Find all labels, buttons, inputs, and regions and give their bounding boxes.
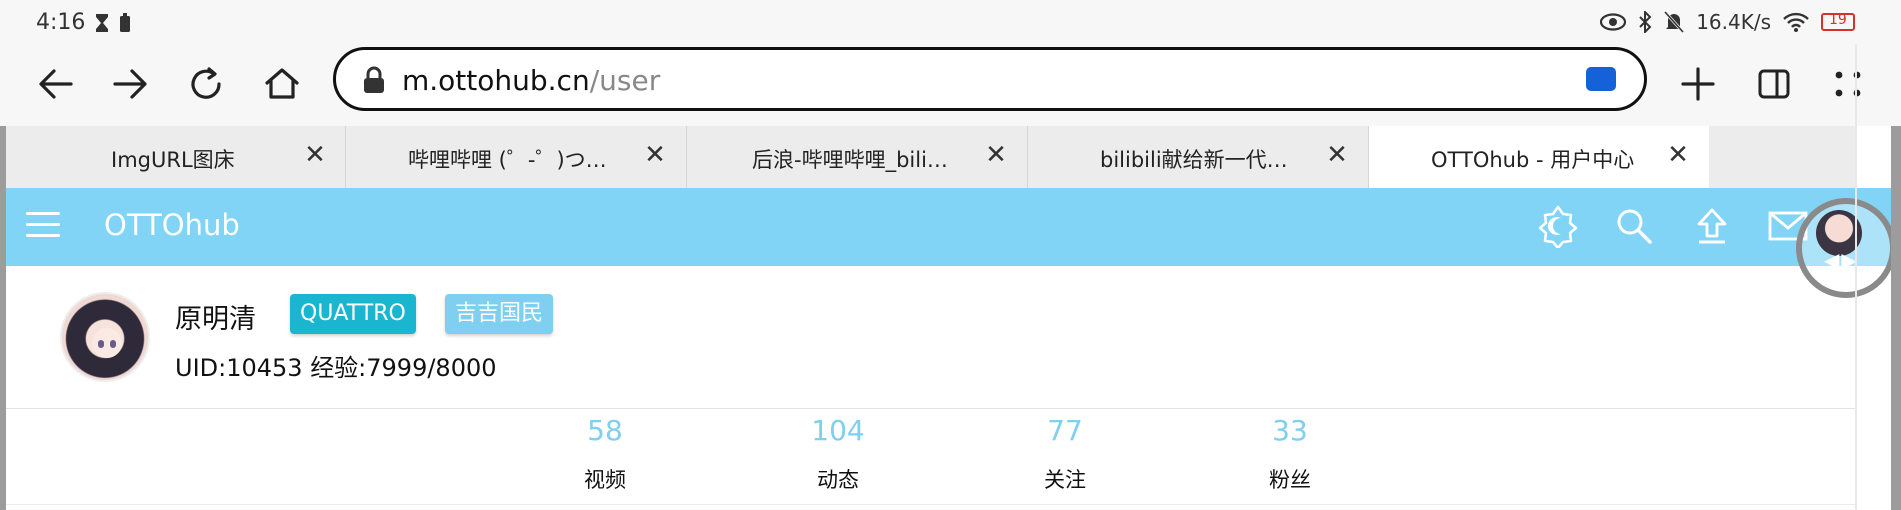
window-edge-right bbox=[1891, 126, 1901, 510]
browser-window: 4:16 16.4K/s 19 m.ottohub.cn/user ImgURL… bbox=[0, 0, 1901, 510]
forward-button[interactable] bbox=[102, 56, 158, 112]
address-bar[interactable]: m.ottohub.cn/user bbox=[333, 47, 1647, 111]
tab-title: ImgURL图床 bbox=[111, 148, 235, 172]
stat-followers[interactable]: 33 粉丝 bbox=[1230, 414, 1350, 494]
divider bbox=[6, 408, 1856, 409]
tab-strip: ImgURL图床 ✕ 哔哩哔哩 (゜-゜)つ… ✕ 后浪-哔哩哔哩_bili… … bbox=[6, 126, 1856, 188]
divider bbox=[6, 504, 1856, 505]
user-meta: UID:10453 经验:7999/8000 bbox=[175, 354, 497, 382]
menu-button[interactable] bbox=[1820, 56, 1876, 112]
wifi-icon bbox=[1783, 12, 1809, 32]
url-text[interactable]: m.ottohub.cn/user bbox=[402, 64, 660, 97]
home-button[interactable] bbox=[254, 56, 310, 112]
status-bar: 4:16 16.4K/s 19 bbox=[0, 0, 1901, 44]
search-icon[interactable] bbox=[1612, 204, 1656, 248]
tab-ottohub[interactable]: OTTOhub - 用户中心 ✕ bbox=[1369, 126, 1709, 188]
stat-value: 77 bbox=[1047, 414, 1083, 447]
mute-icon bbox=[1664, 11, 1685, 33]
stat-value: 104 bbox=[811, 414, 865, 447]
tab-title: 后浪-哔哩哔哩_bili… bbox=[752, 148, 948, 172]
new-tab-button[interactable] bbox=[1670, 56, 1726, 112]
user-avatar[interactable] bbox=[60, 292, 150, 382]
network-speed: 16.4K/s bbox=[1696, 10, 1771, 34]
url-host: m.ottohub.cn bbox=[402, 64, 590, 97]
scrollbar-track bbox=[1855, 44, 1857, 510]
sidebar-toggle-button[interactable] bbox=[1746, 56, 1802, 112]
stat-label: 粉丝 bbox=[1269, 468, 1311, 492]
back-button[interactable] bbox=[28, 56, 84, 112]
hourglass-icon bbox=[96, 13, 109, 32]
cast-icon[interactable] bbox=[1586, 67, 1616, 91]
status-left: 4:16 bbox=[36, 10, 131, 35]
expand-arrows-icon: ◀▶ bbox=[1824, 248, 1859, 272]
stat-label: 动态 bbox=[817, 468, 859, 492]
user-badge-title: 吉吉国民 bbox=[445, 294, 554, 334]
close-icon[interactable]: ✕ bbox=[640, 140, 670, 170]
reload-button[interactable] bbox=[178, 56, 234, 112]
app-title[interactable]: OTTOhub bbox=[104, 208, 240, 242]
arrow-right-icon bbox=[113, 69, 147, 99]
user-badge-level: QUATTRO bbox=[290, 294, 416, 334]
close-icon[interactable]: ✕ bbox=[300, 140, 330, 170]
stat-posts[interactable]: 104 动态 bbox=[778, 414, 898, 494]
reload-icon bbox=[191, 67, 221, 99]
stat-value: 33 bbox=[1272, 414, 1308, 447]
lock-icon bbox=[364, 66, 384, 93]
tab-title: OTTOhub - 用户中心 bbox=[1431, 148, 1635, 172]
window-edge-left bbox=[0, 126, 6, 510]
battery-saver-icon bbox=[120, 12, 131, 32]
tab-imgurl[interactable]: ImgURL图床 ✕ bbox=[6, 126, 346, 188]
status-right: 16.4K/s 19 bbox=[1600, 10, 1855, 34]
stat-label: 视频 bbox=[584, 468, 626, 492]
avatar-eye bbox=[98, 340, 104, 348]
tab-bilibili-2[interactable]: 后浪-哔哩哔哩_bili… ✕ bbox=[687, 126, 1028, 188]
floating-avatar-handle[interactable]: ◀▶ bbox=[1796, 198, 1896, 298]
battery-level: 19 bbox=[1829, 12, 1847, 28]
avatar-face bbox=[92, 328, 122, 358]
stat-label: 关注 bbox=[1044, 468, 1086, 492]
battery-icon: 19 bbox=[1821, 12, 1855, 31]
tab-bilibili-1[interactable]: 哔哩哔哩 (゜-゜)つ… ✕ bbox=[346, 126, 687, 188]
url-path: /user bbox=[589, 64, 661, 97]
bluetooth-icon bbox=[1639, 11, 1652, 33]
dots-grid-icon bbox=[1835, 71, 1861, 97]
close-icon[interactable]: ✕ bbox=[981, 140, 1011, 170]
close-icon[interactable]: ✕ bbox=[1663, 140, 1693, 170]
stat-videos[interactable]: 58 视频 bbox=[545, 414, 665, 494]
app-bar: OTTOhub bbox=[6, 188, 1891, 266]
plus-icon bbox=[1681, 67, 1715, 101]
upload-icon[interactable] bbox=[1690, 204, 1734, 248]
theme-toggle-icon[interactable] bbox=[1536, 204, 1580, 250]
home-icon bbox=[265, 68, 299, 99]
stat-following[interactable]: 77 关注 bbox=[1005, 414, 1125, 494]
tab-title: 哔哩哔哩 (゜-゜)つ… bbox=[408, 148, 607, 172]
tab-title: bilibili献给新一代… bbox=[1100, 148, 1288, 172]
user-name: 原明清 bbox=[175, 304, 256, 335]
status-time: 4:16 bbox=[36, 10, 86, 35]
sidebar-icon bbox=[1758, 69, 1790, 99]
close-icon[interactable]: ✕ bbox=[1322, 140, 1352, 170]
stat-value: 58 bbox=[587, 414, 623, 447]
hamburger-menu-icon[interactable] bbox=[26, 212, 60, 240]
tab-bilibili-3[interactable]: bilibili献给新一代… ✕ bbox=[1028, 126, 1369, 188]
browser-toolbar: m.ottohub.cn/user bbox=[0, 44, 1901, 126]
eye-icon bbox=[1600, 13, 1627, 31]
arrow-left-icon bbox=[39, 69, 73, 99]
avatar-eye bbox=[110, 340, 116, 348]
